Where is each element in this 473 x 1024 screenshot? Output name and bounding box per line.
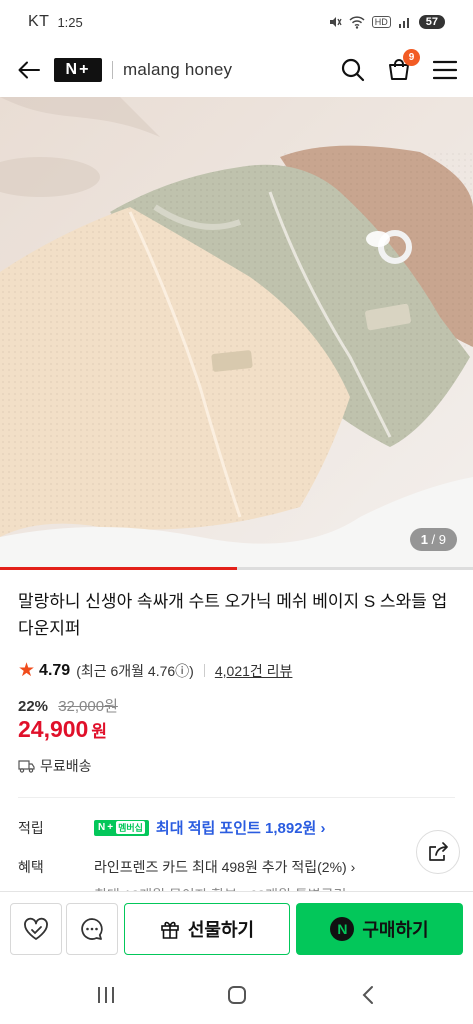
badge-n: N [98,822,106,833]
image-progress-fill [0,567,237,570]
discount-row: 22% 32,000원 [18,695,118,716]
cart-count-badge: 9 [403,49,420,66]
price-unit: 원 [91,722,107,741]
points-label: 적립 [18,819,44,836]
rating-row[interactable]: ★ 4.79 (최근 6개월 4.76ⓘ) 4,021건 리뷰 [18,659,292,682]
gift-label: 선물하기 [187,920,255,940]
price-amount: 24,900 [18,716,89,742]
bottom-action-bar: 선물하기 N 구매하기 [0,891,473,965]
original-price: 32,000원 [58,698,118,715]
shipping-row: 무료배송 [18,756,92,776]
menu-button[interactable] [431,56,459,84]
gift-button[interactable]: 선물하기 [124,903,290,955]
points-row[interactable]: 적립 N + 멤버십 최대 적립 포인트 1,892원 › [18,817,326,838]
top-header: N+ malang honey 9 [0,44,473,96]
mute-icon [329,17,342,27]
hd-icon: HD [371,16,391,28]
benefit-row[interactable]: 혜택 라인프렌즈 카드 최대 498원 추가 적립(2%) › [18,857,355,877]
header-divider [112,61,113,79]
buy-label: 구매하기 [362,920,429,940]
header-actions: 9 [339,49,459,84]
product-photo [0,97,473,567]
cart-button[interactable]: 9 [385,49,420,84]
gift-icon [161,921,179,939]
recent-apps-icon [97,986,114,1003]
badge-plus: + [107,822,114,833]
max-points-link[interactable]: 최대 적립 포인트 1,892원 › [156,817,326,838]
talk-talk-button[interactable] [66,903,118,955]
nplus-logo[interactable]: N+ [54,58,102,82]
review-count-link[interactable]: 4,021건 리뷰 [215,661,293,681]
section-divider [18,797,455,798]
status-icons: HD 57 [328,15,445,29]
image-current-page: 1 [420,532,428,547]
rating-score: 4.79 [39,661,71,679]
store-name[interactable]: malang honey [123,60,232,80]
product-image[interactable]: 1 / 9 [0,97,473,567]
system-nav-bar [0,965,473,1024]
image-page-indicator: 1 / 9 [409,528,457,551]
shipping-text: 무료배송 [40,758,92,774]
card-benefit-link[interactable]: 라인프렌즈 카드 최대 498원 추가 적립(2%) › [94,857,355,877]
heart-icon [24,917,48,940]
recent-rating: (최근 6개월 4.76ⓘ) [76,662,194,679]
home-icon [227,985,246,1004]
truck-icon [18,759,35,773]
chat-icon [81,918,103,940]
battery-icon: 57 [418,15,445,29]
benefit-label: 혜택 [18,859,44,875]
product-title: 말랑하니 신생아 속싸개 수트 오가닉 메쉬 베이지 S 스와들 업다운지퍼 [18,592,448,638]
share-icon [429,842,448,861]
search-icon [341,58,365,82]
discount-rate: 22% [18,698,49,715]
image-progress-track [0,567,473,570]
status-time: 1:25 [57,14,83,30]
badge-membership: 멤버십 [116,821,145,834]
carrier-name: KT [28,13,50,30]
signal-icon [398,18,409,28]
star-icon: ★ [18,660,36,681]
menu-icon [433,60,457,80]
image-total-pages: 9 [438,532,446,547]
home-button[interactable] [217,975,257,1015]
buy-button[interactable]: N 구매하기 [296,903,463,955]
chevron-left-icon [362,985,373,1004]
wifi-icon [349,15,365,29]
recent-apps-button[interactable] [86,975,126,1015]
back-nav-button[interactable] [348,975,388,1015]
share-button[interactable] [416,830,460,874]
sale-price: 24,900 원 [18,716,107,743]
status-bar: KT 1:25 HD 57 [0,0,473,44]
wishlist-button[interactable] [10,903,62,955]
nplus-membership-badge: N + 멤버십 [94,819,149,836]
image-page-separator: / [427,532,439,547]
back-button[interactable] [14,55,44,85]
search-button[interactable] [339,56,367,84]
npay-icon: N [330,917,355,941]
back-arrow-icon [18,61,40,79]
rating-separator [203,664,205,677]
